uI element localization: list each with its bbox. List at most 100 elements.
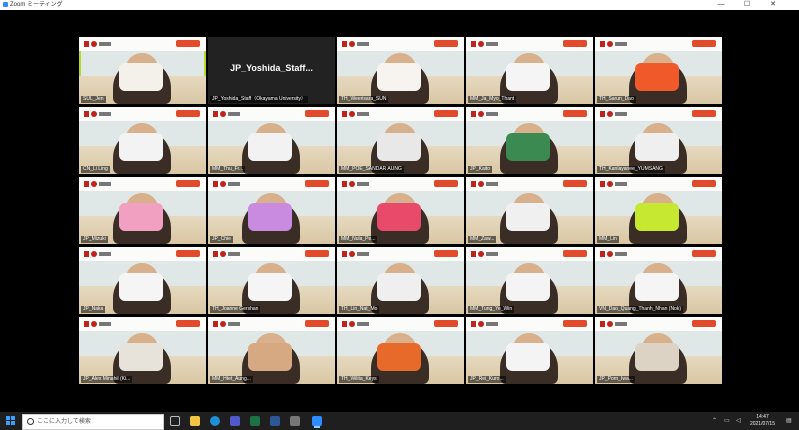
notification-icon[interactable]: ▤ bbox=[786, 412, 792, 430]
clock-time: 14:47 bbox=[756, 414, 769, 420]
participant-tile[interactable]: TH_Wilita_Keys bbox=[337, 317, 464, 384]
participant-name-label: TH_Lin_Nat_Mo bbox=[339, 306, 380, 313]
participant-tile[interactable]: JP_Rei_Kuro... bbox=[466, 317, 593, 384]
word-icon[interactable] bbox=[270, 416, 280, 426]
paper-cutout-craft bbox=[635, 133, 679, 161]
participant-tile[interactable]: JP_Naka bbox=[79, 247, 206, 314]
logo-text bbox=[357, 252, 369, 256]
university-logo-icon bbox=[342, 251, 347, 257]
participant-tile[interactable]: CN_Li Ling bbox=[79, 107, 206, 174]
network-icon[interactable]: ▭ bbox=[724, 412, 730, 430]
participant-name-label: TH_Joanne Gershan bbox=[210, 306, 261, 313]
participant-tile[interactable]: MM_Htet_Aung... bbox=[208, 317, 335, 384]
logo-text bbox=[228, 182, 240, 186]
window-title: Zoom ミーティング bbox=[10, 2, 63, 8]
search-icon bbox=[27, 418, 34, 425]
university-logo-icon bbox=[600, 41, 605, 47]
logo-text bbox=[615, 42, 627, 46]
participant-tile[interactable]: TH_Weerisara_SUN bbox=[337, 37, 464, 104]
zoom-icon bbox=[3, 2, 8, 7]
event-badge bbox=[563, 320, 587, 327]
logo-text bbox=[357, 182, 369, 186]
participant-tile[interactable]: JP_Chie bbox=[208, 177, 335, 244]
paper-cutout-craft bbox=[635, 273, 679, 301]
zoom-taskbar-icon[interactable] bbox=[312, 416, 322, 426]
participant-tile[interactable]: JP_Alex Minahil (Ki... bbox=[79, 317, 206, 384]
paper-cutout-craft bbox=[635, 203, 679, 231]
participant-tile[interactable]: MM_Ja_Myo_Thant bbox=[466, 37, 593, 104]
participant-tile[interactable]: MM_Thu_Fr... bbox=[208, 107, 335, 174]
windows-start-icon[interactable] bbox=[6, 416, 16, 426]
participant-name-label: MM_Zaw... bbox=[468, 236, 497, 243]
university-logo-icon bbox=[84, 181, 89, 187]
emblem-icon bbox=[91, 321, 97, 327]
paper-cutout-craft bbox=[119, 133, 163, 161]
participant-tile[interactable]: JP_Kaito bbox=[466, 107, 593, 174]
logo-text bbox=[228, 112, 240, 116]
logo-text bbox=[486, 112, 498, 116]
teams-icon[interactable] bbox=[230, 416, 240, 426]
maximize-button[interactable]: ☐ bbox=[737, 0, 757, 10]
event-badge bbox=[176, 180, 200, 187]
participant-tile[interactable]: JP_Porn_Iwa... bbox=[595, 317, 722, 384]
participant-tile[interactable]: TH_Sarun_Dao bbox=[595, 37, 722, 104]
participant-tile[interactable]: MM_Zaw... bbox=[466, 177, 593, 244]
logo-text bbox=[486, 42, 498, 46]
event-badge bbox=[692, 110, 716, 117]
close-button[interactable]: ✕ bbox=[763, 0, 783, 10]
paper-cutout-craft bbox=[248, 343, 292, 371]
university-logo-icon bbox=[84, 251, 89, 257]
event-badge bbox=[176, 110, 200, 117]
participant-name-label: TH_Kanlayanee_YUMSANG bbox=[597, 166, 665, 173]
file-explorer-icon[interactable] bbox=[190, 416, 200, 426]
participant-tile[interactable]: VN_Dao_Quang_Thanh_Nhan (Nok) bbox=[595, 247, 722, 314]
participant-tile[interactable]: TH_Joanne Gershan bbox=[208, 247, 335, 314]
university-logo-icon bbox=[600, 111, 605, 117]
participant-name-label: JP_Chie bbox=[210, 236, 233, 243]
paper-cutout-craft bbox=[506, 343, 550, 371]
paper-cutout-craft bbox=[635, 63, 679, 91]
event-badge bbox=[176, 320, 200, 327]
university-logo-icon bbox=[213, 181, 218, 187]
university-logo-icon bbox=[471, 41, 476, 47]
task-view-icon[interactable] bbox=[170, 416, 180, 426]
logo-text bbox=[486, 252, 498, 256]
university-logo-icon bbox=[213, 251, 218, 257]
participant-tile[interactable]: TH_Lin_Nat_Mo bbox=[337, 247, 464, 314]
participant-tile[interactable]: SUL_Jen bbox=[79, 37, 206, 104]
emblem-icon bbox=[607, 251, 613, 257]
participant-tile[interactable]: JP_Mizuki bbox=[79, 177, 206, 244]
taskbar-search-input[interactable]: ここに入力して検索 bbox=[22, 414, 164, 430]
university-logo-icon bbox=[213, 111, 218, 117]
participant-tile[interactable]: MM_Nula_Pe... bbox=[337, 177, 464, 244]
paper-cutout-craft bbox=[635, 343, 679, 371]
logo-text bbox=[486, 182, 498, 186]
tray-chevron-icon[interactable]: ⌃ bbox=[712, 412, 717, 430]
volume-icon[interactable]: ◁ bbox=[736, 412, 741, 430]
emblem-icon bbox=[91, 181, 97, 187]
participant-tile[interactable]: MM_POE_SANDAR AUNG bbox=[337, 107, 464, 174]
participant-name-label: VN_Dao_Quang_Thanh_Nhan (Nok) bbox=[597, 306, 683, 313]
emblem-icon bbox=[607, 181, 613, 187]
participant-name-label: MM_Thu_Fr... bbox=[210, 166, 246, 173]
clock-date: 2021/07/15 bbox=[749, 421, 775, 427]
emblem-icon bbox=[607, 111, 613, 117]
emblem-icon bbox=[220, 321, 226, 327]
event-badge bbox=[692, 250, 716, 257]
photos-icon[interactable] bbox=[290, 416, 300, 426]
event-badge bbox=[176, 250, 200, 257]
paper-cutout-craft bbox=[119, 63, 163, 91]
emblem-icon bbox=[220, 181, 226, 187]
paper-cutout-craft bbox=[377, 63, 421, 91]
minimize-button[interactable]: — bbox=[711, 0, 731, 10]
participant-tile[interactable]: MM_Tung_Ye_Win bbox=[466, 247, 593, 314]
participant-display-name: JP_Yoshida_Staff... bbox=[230, 63, 313, 73]
edge-icon[interactable] bbox=[210, 416, 220, 426]
participant-tile[interactable]: MM_Lin bbox=[595, 177, 722, 244]
taskbar-clock[interactable]: 14:47 2021/07/15 bbox=[750, 414, 775, 428]
participant-tile[interactable]: TH_Kanlayanee_YUMSANG bbox=[595, 107, 722, 174]
participant-name-label: JP_Porn_Iwa... bbox=[597, 376, 635, 383]
excel-icon[interactable] bbox=[250, 416, 260, 426]
participant-tile[interactable]: JP_Yoshida_Staff... JP_Yoshida_Staff（Okay… bbox=[208, 37, 335, 104]
search-placeholder: ここに入力して検索 bbox=[37, 419, 91, 425]
